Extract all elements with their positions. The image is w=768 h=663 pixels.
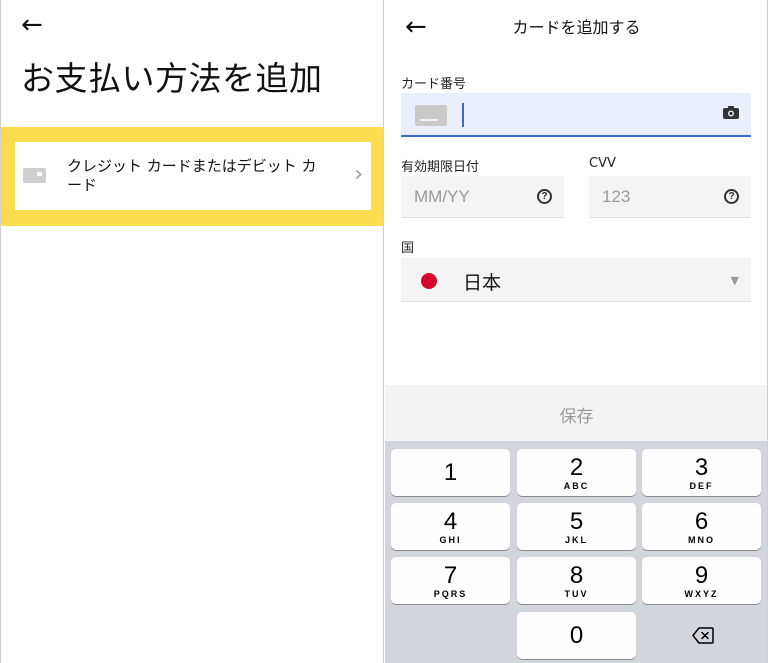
save-button[interactable]: 保存 xyxy=(385,402,767,427)
cvv-placeholder: 123 xyxy=(602,187,631,206)
country-select[interactable]: 日本 ▼ xyxy=(401,258,751,302)
key-8[interactable]: 8 TUV xyxy=(517,557,636,604)
card-number-label: カード番号 xyxy=(401,77,467,92)
key-letters: JKL xyxy=(564,535,588,545)
back-arrow-icon[interactable]: ← xyxy=(21,12,43,38)
credit-debit-card-option[interactable]: クレジット カードまたはデビット カード › xyxy=(15,142,371,210)
key-digit: 0 xyxy=(569,622,584,649)
key-7[interactable]: 7 PQRS xyxy=(391,557,510,604)
expiry-label: 有効期限日付 xyxy=(401,160,480,175)
key-digit: 2 xyxy=(569,454,584,481)
key-letters: TUV xyxy=(564,589,589,599)
page-title: カードを追加する xyxy=(512,18,641,37)
text-cursor xyxy=(462,103,464,127)
key-letters: PQRS xyxy=(433,589,468,599)
country-value: 日本 xyxy=(463,272,502,294)
page-title: お支払い方法を追加 xyxy=(21,59,323,98)
key-5[interactable]: 5 JKL xyxy=(517,503,636,550)
cvv-input[interactable]: 123 ? xyxy=(589,176,751,218)
key-digit: 1 xyxy=(443,459,458,486)
expiry-placeholder: MM/YY xyxy=(414,187,470,206)
key-letters: WXYZ xyxy=(684,589,719,599)
dropdown-arrow-icon: ▼ xyxy=(730,274,739,287)
key-1[interactable]: 1 xyxy=(391,449,510,496)
chevron-right-icon: › xyxy=(354,162,363,187)
key-digit: 4 xyxy=(443,508,458,535)
credit-card-icon xyxy=(415,105,447,126)
payment-method-screen: ← お支払い方法を追加 クレジット カードまたはデビット カード › xyxy=(0,0,384,663)
key-digit: 8 xyxy=(569,562,584,589)
country-label: 国 xyxy=(401,241,415,256)
key-9[interactable]: 9 WXYZ xyxy=(642,557,761,604)
key-letters: GHI xyxy=(439,535,462,545)
option-highlight: クレジット カードまたはデビット カード › xyxy=(1,127,383,226)
camera-icon[interactable] xyxy=(723,106,739,119)
key-2[interactable]: 2 ABC xyxy=(517,449,636,496)
numeric-keypad: 1 2 ABC 3 DEF 4 GHI 5 JKL 6 MNO 7 PQRS 8 TUV 9W… xyxy=(385,441,767,663)
delete-key[interactable] xyxy=(642,612,761,659)
japan-flag-icon xyxy=(421,273,437,289)
backspace-icon xyxy=(692,627,714,644)
help-icon[interactable]: ? xyxy=(724,189,739,204)
key-digit: 3 xyxy=(694,454,709,481)
key-digit: 7 xyxy=(443,562,458,589)
key-6[interactable]: 6 MNO xyxy=(642,503,761,550)
key-letters: ABC xyxy=(563,481,590,491)
key-digit: 5 xyxy=(569,508,584,535)
key-3[interactable]: 3 DEF xyxy=(642,449,761,496)
save-bar: 保存 xyxy=(385,385,767,443)
key-letters: MNO xyxy=(688,535,715,545)
credit-card-icon xyxy=(23,168,46,183)
key-blank xyxy=(391,612,510,659)
key-4[interactable]: 4 GHI xyxy=(391,503,510,550)
key-letters: DEF xyxy=(689,481,714,491)
cvv-label: CVV xyxy=(589,156,616,171)
card-number-input[interactable] xyxy=(401,93,751,137)
key-0[interactable]: 0 xyxy=(517,612,636,659)
help-icon[interactable]: ? xyxy=(537,189,552,204)
key-digit: 6 xyxy=(694,508,709,535)
key-digit: 9 xyxy=(694,562,709,589)
add-card-screen: ← カードを追加する カード番号 有効期限日付 CVV MM/YY ? 123 … xyxy=(385,0,768,663)
expiry-input[interactable]: MM/YY ? xyxy=(401,176,564,218)
option-label: クレジット カードまたはデビット カード xyxy=(67,157,317,194)
